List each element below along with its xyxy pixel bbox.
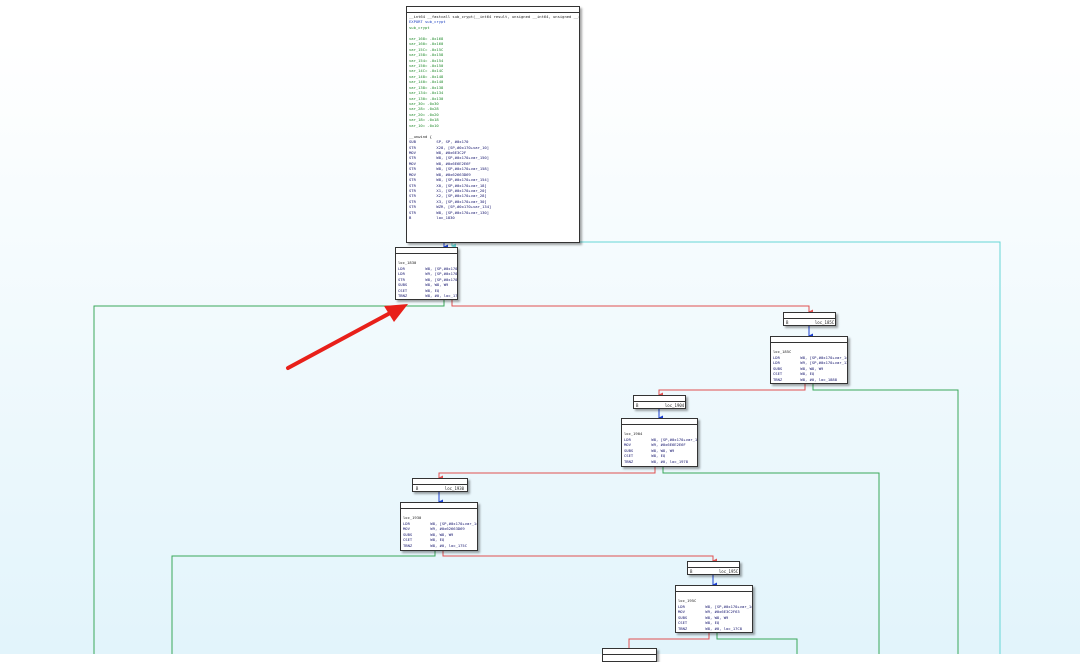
block-loc-195C[interactable]: loc_195C LDR W8, [SP,#0x170+var_140] MOV W… (675, 585, 753, 633)
edge-1830-false (451, 300, 813, 315)
disasm-line: TBNZ W8, #0, loc_17C8 (678, 625, 743, 631)
block-jump-185C[interactable]: B loc_185C (783, 312, 836, 326)
edge-1904-false (438, 467, 656, 481)
node-disassembly: B loc_1930 (413, 485, 467, 491)
block-jump-1930[interactable]: B loc_1930 (412, 478, 468, 492)
disasm-line: B loc_185C (786, 320, 835, 325)
node-disassembly: B loc_1904 (634, 402, 685, 408)
node-disassembly: loc_185C LDR W8, [SP,#0x170+var_140] LDR W… (771, 343, 847, 382)
edge-185C-true (812, 384, 959, 654)
edge-185C-false (658, 384, 806, 398)
disasm-line: LDR W9, [SP,#0x170+var_138] (773, 360, 848, 366)
edge-195C-false (628, 633, 710, 648)
node-disassembly: B loc_195C (688, 568, 739, 574)
edge-1930-true (171, 551, 436, 654)
block-partial-bottom[interactable] (602, 648, 657, 662)
node-disassembly: loc_1830LDR W8, [SP,#0x170+var_130]LDR W… (396, 254, 457, 299)
block-jump-195C[interactable]: B loc_195C (687, 561, 740, 575)
block-jump-1904[interactable]: B loc_1904 (633, 395, 686, 409)
function-entry-node[interactable]: __int64 __fastcall sub_crypt(__int64 res… (406, 6, 580, 243)
block-loc-1930[interactable]: loc_1930 LDR W8, [SP,#0x170+var_140] MOV W… (400, 502, 478, 551)
disasm-line: MOV W9, #0x62663D69 (403, 526, 465, 532)
disasm-line: MOV W9, #0x6E6E2E6F (624, 442, 686, 448)
node-disassembly: loc_1904 LDR W8, [SP,#0x170+var_140] MOV W… (622, 425, 697, 464)
node-disassembly: loc_195C LDR W8, [SP,#0x170+var_140] MOV W… (676, 592, 752, 631)
disasm-line: MOV W9, #0x6E3C2F63 (678, 609, 740, 615)
annotation-arrow (286, 304, 408, 370)
block-loc-1830[interactable]: loc_1830LDR W8, [SP,#0x170+var_130]LDR W… (395, 247, 458, 300)
disasm-line: TBNZ W8, #0, loc_171C (398, 293, 458, 299)
edge-1930-false (442, 551, 717, 564)
disasm-line: B loc_1830 (409, 215, 455, 221)
block-loc-185C[interactable]: loc_185C LDR W8, [SP,#0x170+var_140] LDR W… (770, 336, 848, 384)
edge-1830-true (93, 300, 445, 654)
disasm-line: TBNZ W8, #0, loc_1978 (624, 458, 689, 464)
block-loc-1904[interactable]: loc_1904 LDR W8, [SP,#0x170+var_140] MOV W… (621, 418, 698, 467)
edge-195C-true (716, 633, 798, 654)
disasm-line: SUBS W8, W8, W9 (398, 282, 449, 288)
disasm-line: TBNZ W8, #0, loc_175C (403, 542, 468, 548)
disasm-line: TBNZ W8, #0, loc_1888 (773, 376, 838, 382)
node-disassembly: loc_1930 LDR W8, [SP,#0x170+var_140] MOV W… (401, 509, 477, 548)
disasm-line: B loc_195C (690, 569, 739, 574)
disasm-line: B loc_1930 (415, 486, 465, 491)
disasm-line: B loc_1904 (636, 403, 685, 408)
node-titlebar[interactable] (603, 649, 656, 655)
node-disassembly: B loc_185C (784, 319, 835, 325)
node-disassembly: __int64 __fastcall sub_crypt(__int64 res… (407, 13, 579, 221)
disasm-line: LDR W9, [SP,#0x170+var_130] (398, 271, 458, 277)
